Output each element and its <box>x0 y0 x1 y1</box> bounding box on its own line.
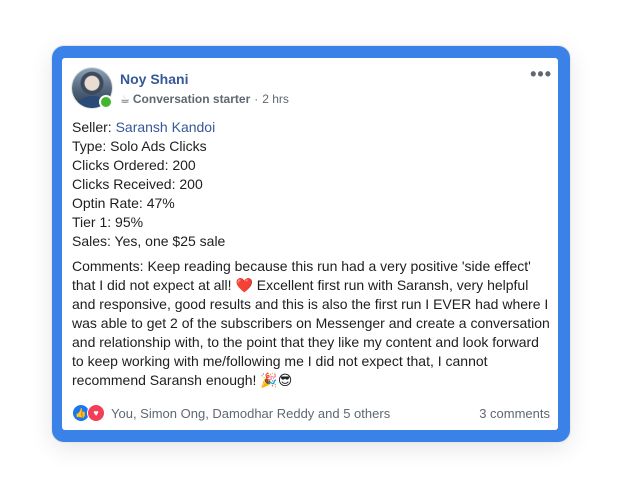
online-status-icon <box>99 95 113 109</box>
tier-line: Tier 1: 95% <box>72 214 144 230</box>
comments-text-part2: Excellent first run with Saransh, very h… <box>72 277 550 388</box>
reactors-text[interactable]: You, Simon Ong, Damodhar Reddy and 5 oth… <box>111 406 390 421</box>
comments-count[interactable]: 3 comments <box>479 406 550 421</box>
clicks-received-line: Clicks Received: 200 <box>72 176 203 192</box>
seller-line: Seller: Saransh Kandoi <box>72 118 550 137</box>
coffee-cup-icon: ☕ <box>120 93 130 106</box>
post-footer: 👍 ♥ You, Simon Ong, Damodhar Reddy and 5… <box>72 404 550 422</box>
clicks-ordered-line: Clicks Ordered: 200 <box>72 157 196 173</box>
more-options-icon[interactable]: ••• <box>530 65 552 83</box>
post-timestamp[interactable]: 2 hrs <box>262 92 289 106</box>
post-meta: ☕ Conversation starter · 2 hrs <box>120 92 289 106</box>
post-card: Noy Shani ☕ Conversation starter · 2 hrs… <box>62 58 558 430</box>
type-line: Type: Solo Ads Clicks <box>72 138 207 154</box>
seller-label: Seller: <box>72 119 112 135</box>
reactions-summary[interactable]: 👍 ♥ You, Simon Ong, Damodhar Reddy and 5… <box>72 404 390 422</box>
post-body: Seller: Saransh Kandoi Type: Solo Ads Cl… <box>72 118 550 390</box>
author-name[interactable]: Noy Shani <box>120 71 188 87</box>
red-heart-icon: ❤️ <box>235 277 253 293</box>
author-avatar[interactable] <box>72 68 113 109</box>
meta-separator: · <box>254 92 259 106</box>
optin-rate-line: Optin Rate: 47% <box>72 195 175 211</box>
love-reaction-icon: ♥ <box>87 404 105 422</box>
party-sunglasses-icon: 🎉😎 <box>260 372 293 388</box>
sales-line: Sales: Yes, one $25 sale <box>72 233 226 249</box>
member-badge[interactable]: Conversation starter <box>133 92 250 106</box>
comments-paragraph: Comments: Keep reading because this run … <box>72 257 550 390</box>
seller-link[interactable]: Saransh Kandoi <box>116 119 216 135</box>
